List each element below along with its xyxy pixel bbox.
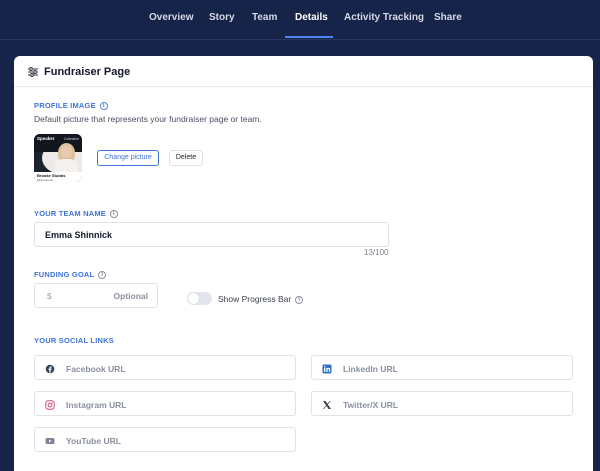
tab-share[interactable]: Share <box>434 12 462 23</box>
facebook-url-placeholder: Facebook URL <box>66 364 126 374</box>
progress-bar-label: Show Progress Bar i <box>218 294 304 304</box>
info-icon[interactable]: i <box>98 271 107 280</box>
progress-bar-toggle[interactable] <box>187 292 212 305</box>
tab-activity-tracking[interactable]: Activity Tracking <box>344 12 424 23</box>
tab-team[interactable]: Team <box>252 12 277 23</box>
team-name-char-counter: 13/100 <box>364 248 389 257</box>
tab-story[interactable]: Story <box>209 12 235 23</box>
toggle-knob <box>188 293 199 304</box>
profile-image-label: PROFILE IMAGE i <box>34 101 108 111</box>
info-icon[interactable]: i <box>295 295 304 304</box>
fundraiser-panel: Fundraiser Page PROFILE IMAGE i Default p… <box>14 56 593 471</box>
sliders-icon <box>28 67 38 77</box>
progress-bar-label-text: Show Progress Bar <box>218 294 292 304</box>
tab-overview[interactable]: Overview <box>149 12 193 23</box>
linkedin-url-input[interactable]: LinkedIn URL <box>311 355 573 380</box>
x-twitter-icon <box>322 401 331 409</box>
thumb-tag: Collective <box>63 137 79 141</box>
linkedin-icon <box>322 364 332 374</box>
profile-image-label-text: PROFILE IMAGE <box>34 101 96 110</box>
funding-goal-input[interactable]: $ Optional <box>34 283 158 308</box>
team-name-label: YOUR TEAM NAME i <box>34 209 118 219</box>
facebook-icon <box>45 364 55 374</box>
linkedin-url-placeholder: LinkedIn URL <box>343 364 398 374</box>
twitter-url-placeholder: Twitter/X URL <box>343 400 399 410</box>
social-links-label: YOUR SOCIAL LINKS <box>34 336 114 345</box>
change-picture-button[interactable]: Change picture <box>97 150 159 166</box>
instagram-url-input[interactable]: Instagram URL <box>34 391 296 416</box>
instagram-icon <box>45 400 55 410</box>
twitter-url-input[interactable]: Twitter/X URL <box>311 391 573 416</box>
panel-title: Fundraiser Page <box>44 66 131 78</box>
top-nav: Overview Story Team Details Activity Tra… <box>0 0 600 40</box>
team-name-value: Emma Shinnick <box>45 230 113 240</box>
info-icon[interactable]: i <box>99 102 108 111</box>
funding-goal-placeholder: Optional <box>113 291 148 301</box>
youtube-icon <box>45 438 55 444</box>
funding-goal-label-text: FUNDING GOAL <box>34 270 95 279</box>
team-name-input[interactable]: Emma Shinnick <box>34 222 389 247</box>
team-name-label-text: YOUR TEAM NAME <box>34 209 106 218</box>
profile-image-thumbnail: Speaker Collective Brooke Stubbs Motivat… <box>34 134 82 182</box>
youtube-url-placeholder: YouTube URL <box>66 436 121 446</box>
delete-picture-button[interactable]: Delete <box>169 150 203 166</box>
youtube-url-input[interactable]: YouTube URL <box>34 427 296 452</box>
tab-details[interactable]: Details <box>295 12 328 23</box>
profile-image-description: Default picture that represents your fun… <box>34 114 262 124</box>
thumb-person-face <box>61 145 72 158</box>
panel-header: Fundraiser Page <box>14 56 593 87</box>
funding-goal-label: FUNDING GOAL i <box>34 270 107 280</box>
instagram-url-placeholder: Instagram URL <box>66 400 127 410</box>
active-tab-indicator <box>285 36 333 38</box>
thumb-role: Motivational <box>37 178 54 182</box>
thumb-heading: Speaker <box>37 136 55 141</box>
facebook-url-input[interactable]: Facebook URL <box>34 355 296 380</box>
currency-symbol: $ <box>47 291 52 301</box>
info-icon[interactable]: i <box>109 210 118 219</box>
